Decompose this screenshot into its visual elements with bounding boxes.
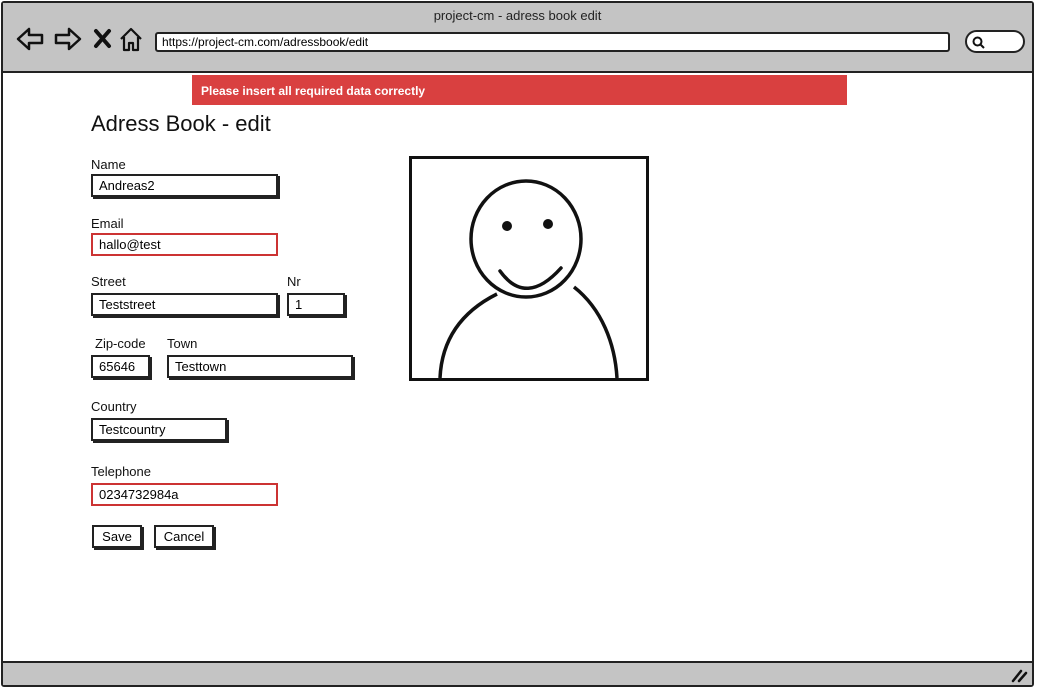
name-label: Name [91,157,126,172]
avatar-placeholder-icon [438,179,619,379]
status-bar [3,661,1032,685]
email-field[interactable]: hallo@test [91,233,278,256]
nr-field[interactable]: 1 [287,293,345,316]
street-label: Street [91,274,126,289]
browser-search-field[interactable] [965,30,1025,53]
search-icon [972,36,985,49]
country-label: Country [91,399,137,414]
name-field[interactable]: Andreas2 [91,174,278,197]
browser-titlebar: project-cm - adress book edit https://pr… [3,3,1032,73]
window-title: project-cm - adress book edit [433,8,602,23]
zip-label: Zip-code [95,336,146,351]
email-label: Email [91,216,124,231]
town-label: Town [167,336,198,351]
url-bar[interactable]: https://project-cm.com/adressbook/edit [155,32,950,52]
resize-grip-icon[interactable] [1010,667,1028,683]
street-field[interactable]: Teststreet [91,293,278,316]
zip-field[interactable]: 65646 [91,355,150,378]
telephone-label: Telephone [91,464,151,479]
save-button[interactable]: Save [92,525,142,548]
back-arrow-icon[interactable] [15,25,45,53]
home-icon[interactable] [117,25,147,53]
cancel-button[interactable]: Cancel [154,525,214,548]
profile-photo[interactable] [409,156,649,381]
town-field[interactable]: Testtown [167,355,353,378]
page-title: Adress Book - edit [91,111,271,136]
telephone-field[interactable]: 0234732984a [91,483,278,506]
browser-window: project-cm - adress book edit https://pr… [1,1,1034,687]
forward-arrow-icon[interactable] [53,25,83,53]
nr-label: Nr [287,274,301,289]
country-field[interactable]: Testcountry [91,418,227,441]
error-alert: Please insert all required data correctl… [192,75,847,105]
